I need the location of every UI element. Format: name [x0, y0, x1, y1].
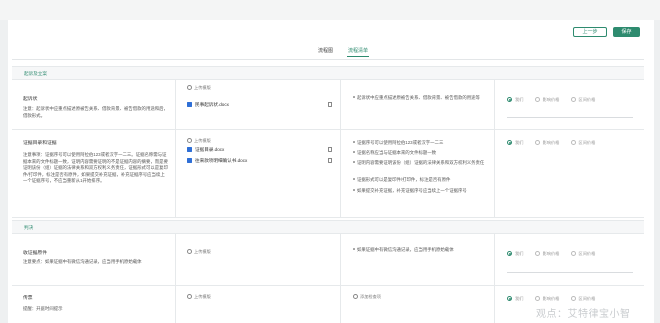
active-tab-indicator [347, 56, 369, 57]
item-title: 传票 [23, 296, 33, 301]
upload-icon [187, 294, 192, 299]
requirement-item: 证据形式可以是复印件/打印件，标注是否有原件 [353, 177, 489, 184]
item-note: 注意要点：如果证据中有微信沟通记录，应当用手机原始载体 [23, 259, 142, 264]
save-button[interactable]: 保存 [613, 27, 640, 37]
file-item[interactable]: 证据目录.docx [187, 147, 337, 153]
section-header: 判决 [12, 220, 644, 234]
section-header: 起诉及立案 [12, 66, 644, 80]
upload-template-link[interactable]: 上传模版 [187, 249, 211, 255]
upload-template-link[interactable]: 上传模版 [187, 85, 211, 91]
requirements-cell: 如果证据中有微信沟通记录，应当用手机原始载体 [340, 234, 494, 285]
tab-flowchart[interactable]: 流程图 [318, 47, 333, 54]
price-cell: 我们 影响价格 区间价格 [494, 234, 644, 285]
radio-option[interactable]: 区间价格 [570, 140, 595, 146]
item-title: 收证据原件 [23, 251, 47, 256]
radio-option[interactable]: 我们 [507, 296, 523, 302]
price-cell: 我们 影响价格 区间价格 [494, 130, 644, 217]
template-cell: 上传模版 [175, 234, 340, 285]
template-cell: 上传模版 证据目录.docx 往来款项明细确认书.docx [175, 130, 340, 217]
price-radio-group: 我们 影响价格 区间价格 [507, 251, 605, 257]
watermark: 观点：艾特律宝小智 [536, 309, 631, 320]
requirement-item: 证明内容需要证明该份（组）证据的法律关系和双方权利义务责任 [353, 160, 489, 167]
table-row: 证据目录和证据 注意事项：证据序号可以使用阿拉伯123或者汉字一二三。证据名称需… [12, 130, 644, 218]
price-radio-group: 我们 影响价格 区间价格 [507, 296, 605, 302]
word-file-icon [187, 102, 192, 107]
item-cell: 证据目录和证据 注意事项：证据序号可以使用阿拉伯123或者汉字一二三。证据名称需… [12, 130, 175, 217]
requirement-item: 如果提交补充证据，补充证据序号应当续上一个证据序号 [353, 188, 489, 195]
radio-option[interactable]: 影响价格 [534, 251, 559, 257]
radio-option[interactable]: 区间价格 [570, 97, 595, 103]
requirements-cell: 证据序号可以使用阿拉伯123或者汉字一二三 证据名称应当与证据本来的文件标题一致… [340, 130, 494, 217]
requirements-cell: 起诉状中应重点描述原被告关系、借款背景、被告借款的用途等 [340, 80, 494, 129]
file-item[interactable]: 民事起诉状.docx [187, 102, 337, 108]
section-title: 起诉及立案 [24, 71, 47, 76]
file-item[interactable]: 往来款项明细确认书.docx [187, 158, 337, 164]
item-note: 注意：起诉状中应重点描述原被告关系、借款背景、被告借款的用途和后，借款形式。 [23, 106, 168, 118]
add-icon [353, 294, 358, 299]
radio-option[interactable]: 我们 [507, 251, 523, 257]
add-check-item-link[interactable]: 添加检查项 [353, 294, 381, 300]
tab-flow-list[interactable]: 流程清单 [348, 47, 368, 54]
radio-option[interactable]: 我们 [507, 140, 523, 146]
table-row: 收证据原件 注意要点：如果证据中有微信沟通记录，应当用手机原始载体 上传模版 如… [12, 234, 644, 286]
template-cell: 上传模版 [175, 286, 340, 323]
section-title: 判决 [24, 225, 34, 230]
view-tabs: 流程图 流程清单 [0, 47, 660, 57]
item-note: 注意事项：证据序号可以使用阿拉伯123或者汉字一二三。证据名称需与证据本来的文件… [23, 152, 168, 184]
radio-option[interactable]: 影响价格 [534, 97, 559, 103]
upload-icon [187, 138, 192, 143]
item-title: 起诉状 [23, 97, 38, 102]
radio-option[interactable]: 我们 [507, 97, 523, 103]
word-file-icon [187, 158, 192, 163]
top-bar [0, 0, 660, 20]
item-cell: 收证据原件 注意要点：如果证据中有微信沟通记录，应当用手机原始载体 [12, 234, 175, 285]
upload-template-link[interactable]: 上传模版 [187, 294, 211, 300]
price-input-line[interactable] [507, 117, 633, 118]
delete-icon[interactable] [328, 158, 332, 163]
price-cell: 我们 影响价格 区间价格 [494, 80, 644, 129]
price-radio-group: 我们 影响价格 区间价格 [507, 97, 605, 103]
delete-icon[interactable] [328, 102, 332, 107]
delete-icon[interactable] [328, 147, 332, 152]
item-title: 证据目录和证据 [23, 141, 57, 146]
price-radio-group: 我们 影响价格 区间价格 [507, 140, 605, 146]
price-input-line[interactable] [507, 272, 633, 273]
word-file-icon [187, 147, 192, 152]
requirement-item: 证据序号可以使用阿拉伯123或者汉字一二三 [353, 140, 489, 147]
requirements-cell: 添加检查项 [340, 286, 494, 323]
radio-option[interactable]: 区间价格 [570, 296, 595, 302]
item-cell: 起诉状 注意：起诉状中应重点描述原被告关系、借款背景、被告借款的用途和后，借款形… [12, 80, 175, 129]
requirement-item: 起诉状中应重点描述原被告关系、借款背景、被告借款的用途等 [353, 95, 489, 102]
radio-option[interactable]: 影响价格 [534, 296, 559, 302]
template-cell: 上传模版 民事起诉状.docx [175, 80, 340, 129]
radio-option[interactable]: 区间价格 [570, 251, 595, 257]
requirement-item: 如果证据中有微信沟通记录，应当用手机原始载体 [353, 247, 489, 254]
radio-option[interactable]: 影响价格 [534, 140, 559, 146]
prev-step-button[interactable]: 上一步 [573, 27, 607, 37]
requirement-item: 证据名称应当与证据本来的文件标题一致 [353, 150, 489, 157]
upload-icon [187, 249, 192, 254]
table-row: 起诉状 注意：起诉状中应重点描述原被告关系、借款背景、被告借款的用途和后，借款形… [12, 80, 644, 130]
divider [12, 59, 644, 60]
upload-template-link[interactable]: 上传模版 [187, 138, 211, 144]
item-note: 提醒：开庭时间提示 [23, 306, 63, 311]
item-cell: 传票 提醒：开庭时间提示 [12, 286, 175, 323]
upload-icon [187, 85, 192, 90]
